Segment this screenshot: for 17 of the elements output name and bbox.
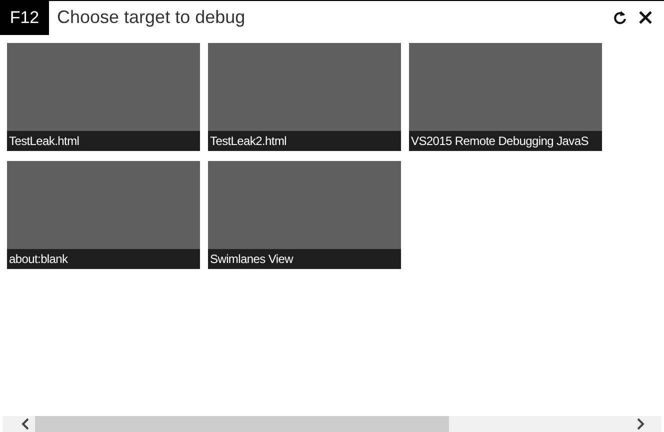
refresh-icon[interactable] xyxy=(613,10,627,26)
scroll-left-icon[interactable] xyxy=(21,418,29,430)
target-tile[interactable]: VS2015 Remote Debugging JavaS xyxy=(409,43,602,151)
target-tile[interactable]: about:blank xyxy=(7,161,200,269)
f12-badge: F12 xyxy=(0,0,49,34)
close-icon[interactable] xyxy=(639,11,652,24)
target-label: VS2015 Remote Debugging JavaS xyxy=(411,134,588,148)
target-tile[interactable]: TestLeak.html xyxy=(7,43,200,151)
target-label: TestLeak2.html xyxy=(210,134,287,148)
target-tile[interactable]: TestLeak2.html xyxy=(208,43,401,151)
target-label: TestLeak.html xyxy=(9,134,80,148)
target-label: about:blank xyxy=(9,252,68,266)
target-label: Swimlanes View xyxy=(210,252,293,266)
dialog-title: Choose target to debug xyxy=(57,6,246,29)
scroll-right-icon[interactable] xyxy=(637,418,645,430)
target-tile[interactable]: Swimlanes View xyxy=(208,161,401,269)
scrollbar-thumb[interactable] xyxy=(35,416,449,432)
